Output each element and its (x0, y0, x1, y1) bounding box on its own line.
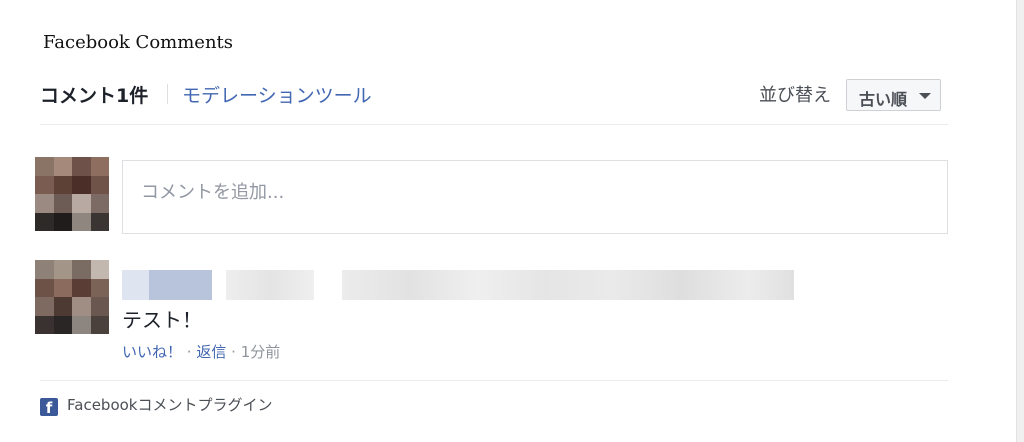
facebook-icon: f (40, 398, 58, 417)
header-divider (167, 84, 168, 104)
header-divider-line (40, 124, 948, 125)
footer-label: Facebookコメントプラグイン (67, 396, 273, 414)
moderation-tools-link[interactable]: モデレーションツール (182, 81, 372, 108)
comment-text: テスト！ (122, 308, 202, 332)
sort-dropdown[interactable]: 古い順 (846, 79, 941, 111)
section-title: Facebook Comments (43, 32, 234, 53)
comment-timestamp[interactable]: 1分前 (241, 343, 281, 361)
comment-actions: いいね！ · 返信 · 1分前 (122, 341, 280, 362)
sort-value: 古い順 (859, 90, 908, 109)
action-separator: · (186, 343, 192, 361)
like-link[interactable]: いいね！ (122, 343, 182, 361)
comment-input-box[interactable] (122, 160, 948, 234)
comment-count: コメント1件 (40, 85, 149, 107)
commenter-meta (226, 270, 314, 300)
sort-label: 並び替え (759, 85, 831, 106)
chevron-down-icon (919, 93, 931, 99)
commenter-meta (342, 270, 794, 300)
commenter-name[interactable] (122, 270, 212, 300)
page-scrollbar[interactable] (1016, 0, 1024, 442)
comments-header: コメント1件 モデレーションツール 並び替え 古い順 (40, 78, 948, 111)
commenter-avatar[interactable] (35, 260, 109, 334)
footer-divider-line (40, 380, 948, 381)
avatar (35, 157, 109, 231)
action-separator: · (231, 343, 236, 361)
reply-link[interactable]: 返信 (196, 343, 226, 361)
comment-input[interactable] (139, 181, 923, 204)
plugin-footer[interactable]: f Facebookコメントプラグイン (40, 394, 273, 417)
